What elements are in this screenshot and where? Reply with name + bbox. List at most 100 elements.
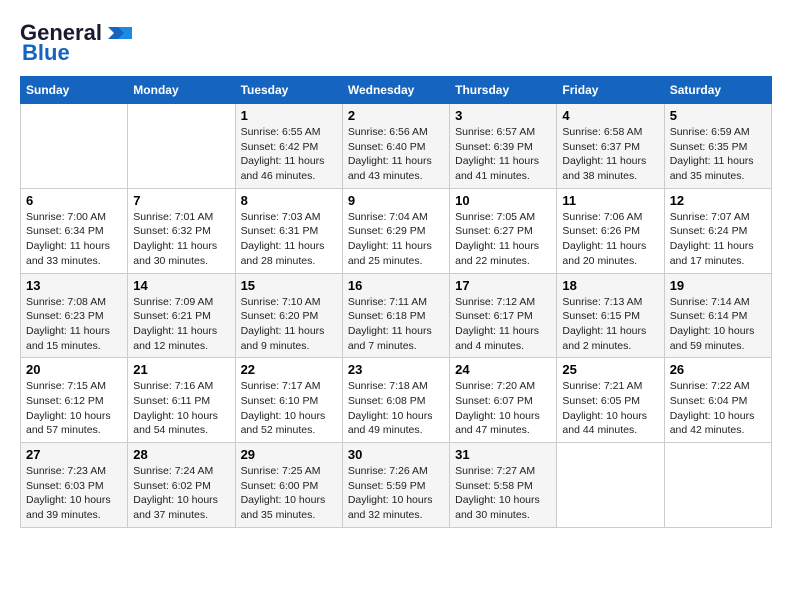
day-info: Sunrise: 7:00 AM Sunset: 6:34 PM Dayligh… (26, 210, 122, 269)
weekday-header-saturday: Saturday (664, 77, 771, 104)
calendar-cell: 30Sunrise: 7:26 AM Sunset: 5:59 PM Dayli… (342, 443, 449, 528)
calendar-cell (128, 104, 235, 189)
calendar-week-4: 20 Sunrise: 7:15 AM Sunset: 6:12 PM Dayli… (21, 358, 772, 443)
day-number: 8 (241, 193, 337, 208)
day-number: 19 (670, 278, 766, 293)
calendar-cell: 11 Sunrise: 7:06 AM Sunset: 6:26 PM Dayli… (557, 188, 664, 273)
day-info: Sunrise: 7:21 AM Sunset: 6:05 PM Dayligh… (562, 379, 658, 438)
day-number: 10 (455, 193, 551, 208)
day-info: Sunrise: 7:07 AM Sunset: 6:24 PM Dayligh… (670, 210, 766, 269)
day-info: Sunrise: 7:18 AM Sunset: 6:08 PM Dayligh… (348, 379, 444, 438)
calendar-cell: 1 Sunrise: 6:55 AM Sunset: 6:42 PM Daylig… (235, 104, 342, 189)
day-info: Sunrise: 7:08 AM Sunset: 6:23 PM Dayligh… (26, 295, 122, 354)
calendar-cell: 10 Sunrise: 7:05 AM Sunset: 6:27 PM Dayli… (450, 188, 557, 273)
day-number: 6 (26, 193, 122, 208)
logo-blue: Blue (22, 40, 70, 66)
calendar-body: 1 Sunrise: 6:55 AM Sunset: 6:42 PM Daylig… (21, 104, 772, 528)
calendar-cell: 28 Sunrise: 7:24 AM Sunset: 6:02 PM Dayli… (128, 443, 235, 528)
calendar-cell (21, 104, 128, 189)
day-number: 23 (348, 362, 444, 377)
day-number: 17 (455, 278, 551, 293)
day-info: Sunrise: 6:57 AM Sunset: 6:39 PM Dayligh… (455, 125, 551, 184)
day-info: Sunrise: 7:04 AM Sunset: 6:29 PM Dayligh… (348, 210, 444, 269)
calendar-cell: 22 Sunrise: 7:17 AM Sunset: 6:10 PM Dayli… (235, 358, 342, 443)
day-info: Sunrise: 6:55 AM Sunset: 6:42 PM Dayligh… (241, 125, 337, 184)
calendar-cell: 18 Sunrise: 7:13 AM Sunset: 6:15 PM Dayli… (557, 273, 664, 358)
calendar-cell (664, 443, 771, 528)
day-number: 2 (348, 108, 444, 123)
calendar-cell: 16 Sunrise: 7:11 AM Sunset: 6:18 PM Dayli… (342, 273, 449, 358)
day-number: 24 (455, 362, 551, 377)
calendar-cell: 19Sunrise: 7:14 AM Sunset: 6:14 PM Dayli… (664, 273, 771, 358)
calendar-cell: 4 Sunrise: 6:58 AM Sunset: 6:37 PM Daylig… (557, 104, 664, 189)
day-info: Sunrise: 7:03 AM Sunset: 6:31 PM Dayligh… (241, 210, 337, 269)
day-info: Sunrise: 7:13 AM Sunset: 6:15 PM Dayligh… (562, 295, 658, 354)
day-number: 11 (562, 193, 658, 208)
page-header: General Blue (20, 20, 772, 66)
calendar-week-3: 13Sunrise: 7:08 AM Sunset: 6:23 PM Dayli… (21, 273, 772, 358)
weekday-header-tuesday: Tuesday (235, 77, 342, 104)
day-info: Sunrise: 6:56 AM Sunset: 6:40 PM Dayligh… (348, 125, 444, 184)
day-number: 4 (562, 108, 658, 123)
calendar-cell: 7Sunrise: 7:01 AM Sunset: 6:32 PM Daylig… (128, 188, 235, 273)
day-number: 3 (455, 108, 551, 123)
calendar-cell: 15Sunrise: 7:10 AM Sunset: 6:20 PM Dayli… (235, 273, 342, 358)
day-info: Sunrise: 7:23 AM Sunset: 6:03 PM Dayligh… (26, 464, 122, 523)
day-number: 14 (133, 278, 229, 293)
calendar-cell: 17 Sunrise: 7:12 AM Sunset: 6:17 PM Dayli… (450, 273, 557, 358)
calendar-cell: 8 Sunrise: 7:03 AM Sunset: 6:31 PM Daylig… (235, 188, 342, 273)
day-info: Sunrise: 6:58 AM Sunset: 6:37 PM Dayligh… (562, 125, 658, 184)
calendar-cell: 5 Sunrise: 6:59 AM Sunset: 6:35 PM Daylig… (664, 104, 771, 189)
calendar-cell: 25 Sunrise: 7:21 AM Sunset: 6:05 PM Dayli… (557, 358, 664, 443)
day-info: Sunrise: 7:05 AM Sunset: 6:27 PM Dayligh… (455, 210, 551, 269)
day-info: Sunrise: 7:12 AM Sunset: 6:17 PM Dayligh… (455, 295, 551, 354)
calendar-cell (557, 443, 664, 528)
day-number: 30 (348, 447, 444, 462)
day-info: Sunrise: 7:24 AM Sunset: 6:02 PM Dayligh… (133, 464, 229, 523)
logo-arrow-icon (104, 23, 134, 43)
weekday-header-sunday: Sunday (21, 77, 128, 104)
day-number: 25 (562, 362, 658, 377)
calendar-cell: 31 Sunrise: 7:27 AM Sunset: 5:58 PM Dayli… (450, 443, 557, 528)
calendar-cell: 23 Sunrise: 7:18 AM Sunset: 6:08 PM Dayli… (342, 358, 449, 443)
logo: General Blue (20, 20, 134, 66)
calendar-cell: 26 Sunrise: 7:22 AM Sunset: 6:04 PM Dayli… (664, 358, 771, 443)
day-number: 21 (133, 362, 229, 377)
weekday-header-row: SundayMondayTuesdayWednesdayThursdayFrid… (21, 77, 772, 104)
day-info: Sunrise: 7:15 AM Sunset: 6:12 PM Dayligh… (26, 379, 122, 438)
day-info: Sunrise: 7:22 AM Sunset: 6:04 PM Dayligh… (670, 379, 766, 438)
calendar-cell: 3 Sunrise: 6:57 AM Sunset: 6:39 PM Daylig… (450, 104, 557, 189)
day-number: 20 (26, 362, 122, 377)
day-info: Sunrise: 7:11 AM Sunset: 6:18 PM Dayligh… (348, 295, 444, 354)
calendar-week-5: 27Sunrise: 7:23 AM Sunset: 6:03 PM Dayli… (21, 443, 772, 528)
day-info: Sunrise: 7:06 AM Sunset: 6:26 PM Dayligh… (562, 210, 658, 269)
calendar-cell: 21 Sunrise: 7:16 AM Sunset: 6:11 PM Dayli… (128, 358, 235, 443)
day-number: 16 (348, 278, 444, 293)
day-info: Sunrise: 7:17 AM Sunset: 6:10 PM Dayligh… (241, 379, 337, 438)
day-number: 1 (241, 108, 337, 123)
calendar-week-2: 6 Sunrise: 7:00 AM Sunset: 6:34 PM Daylig… (21, 188, 772, 273)
day-number: 26 (670, 362, 766, 377)
day-number: 31 (455, 447, 551, 462)
day-number: 5 (670, 108, 766, 123)
day-info: Sunrise: 7:09 AM Sunset: 6:21 PM Dayligh… (133, 295, 229, 354)
calendar-week-1: 1 Sunrise: 6:55 AM Sunset: 6:42 PM Daylig… (21, 104, 772, 189)
weekday-header-thursday: Thursday (450, 77, 557, 104)
day-number: 18 (562, 278, 658, 293)
calendar-cell: 12 Sunrise: 7:07 AM Sunset: 6:24 PM Dayli… (664, 188, 771, 273)
day-number: 28 (133, 447, 229, 462)
day-number: 22 (241, 362, 337, 377)
day-number: 15 (241, 278, 337, 293)
day-info: Sunrise: 7:20 AM Sunset: 6:07 PM Dayligh… (455, 379, 551, 438)
day-number: 12 (670, 193, 766, 208)
day-info: Sunrise: 7:16 AM Sunset: 6:11 PM Dayligh… (133, 379, 229, 438)
calendar-cell: 27Sunrise: 7:23 AM Sunset: 6:03 PM Dayli… (21, 443, 128, 528)
calendar-cell: 6 Sunrise: 7:00 AM Sunset: 6:34 PM Daylig… (21, 188, 128, 273)
day-number: 9 (348, 193, 444, 208)
day-number: 7 (133, 193, 229, 208)
weekday-header-friday: Friday (557, 77, 664, 104)
day-info: Sunrise: 6:59 AM Sunset: 6:35 PM Dayligh… (670, 125, 766, 184)
calendar-cell: 9 Sunrise: 7:04 AM Sunset: 6:29 PM Daylig… (342, 188, 449, 273)
weekday-header-wednesday: Wednesday (342, 77, 449, 104)
day-info: Sunrise: 7:27 AM Sunset: 5:58 PM Dayligh… (455, 464, 551, 523)
